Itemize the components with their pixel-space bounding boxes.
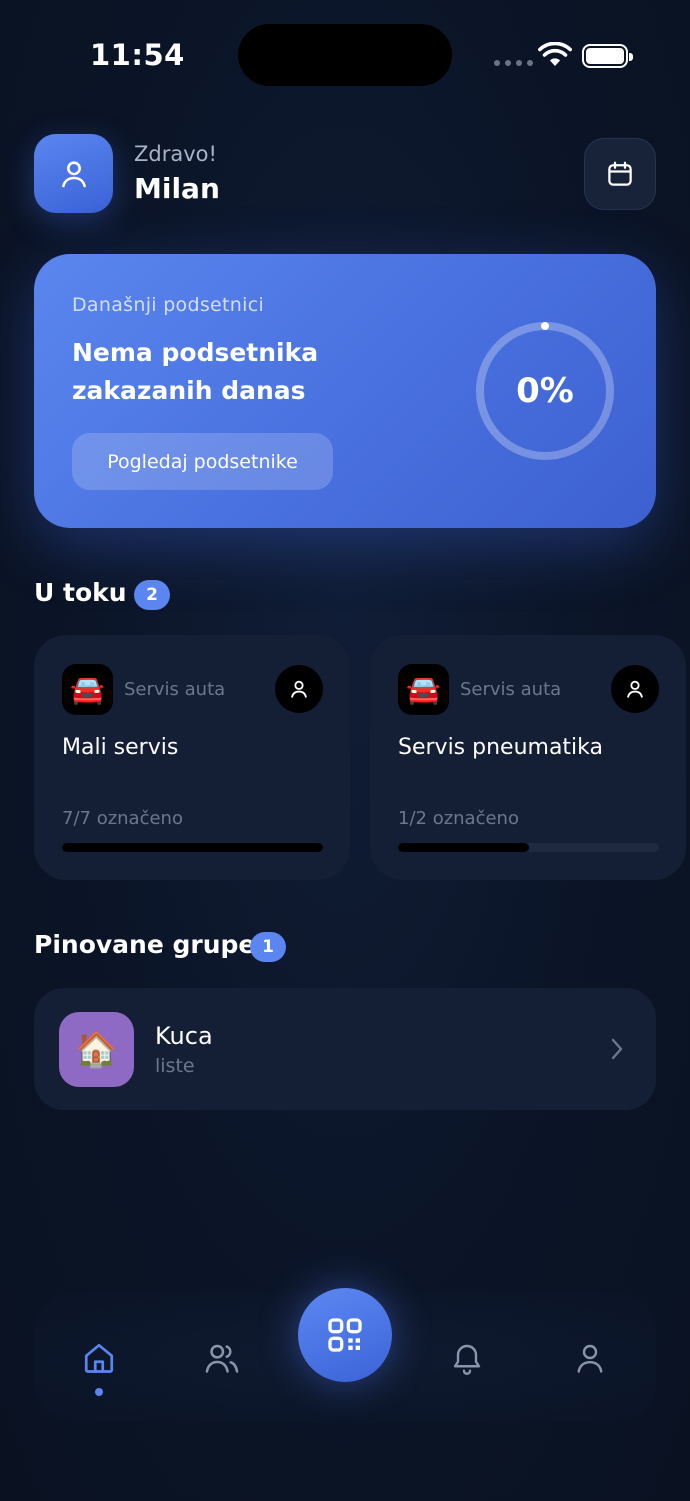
in-progress-count-badge: 2 [134, 580, 170, 610]
reminders-card: Današnji podsetnici Nema podsetnika zaka… [34, 254, 656, 528]
pinned-groups-title: Pinovane grupe [34, 930, 256, 959]
user-icon [291, 680, 307, 698]
task-progress-bar [62, 843, 323, 852]
user-icon [627, 680, 643, 698]
car-icon: 🚘 [62, 664, 113, 715]
reminders-progress-text: 0% [516, 371, 574, 411]
task-name: Servis pneumatika [398, 735, 604, 760]
profile-icon [577, 1344, 603, 1373]
home-icon [84, 1343, 114, 1373]
battery-icon [582, 44, 633, 68]
in-progress-title: U toku [34, 578, 127, 607]
assignee-button[interactable] [611, 665, 659, 713]
active-nav-indicator [95, 1388, 103, 1396]
calendar-button[interactable] [584, 138, 656, 210]
pinned-count-badge: 1 [250, 932, 286, 962]
pinned-group-row[interactable]: 🏠 Kuca liste [34, 988, 656, 1110]
chevron-right-icon [611, 1038, 623, 1060]
qr-scan-button[interactable] [298, 1288, 392, 1382]
group-subtitle: liste [155, 1055, 195, 1077]
user-icon [61, 160, 86, 187]
nav-groups[interactable] [194, 1330, 250, 1386]
view-reminders-button[interactable]: Pogledaj podsetnike [72, 433, 333, 490]
wifi-icon [538, 42, 572, 66]
assignee-button[interactable] [275, 665, 323, 713]
group-name: Kuca [155, 1022, 213, 1050]
greeting-text: Zdravo! [134, 142, 217, 166]
house-icon: 🏠 [59, 1012, 134, 1087]
bell-icon [453, 1344, 481, 1375]
avatar-button[interactable] [34, 134, 113, 213]
cellular-signal-icon [494, 60, 533, 66]
nav-notifications[interactable] [439, 1330, 495, 1386]
task-progress-bar [398, 843, 659, 852]
task-category: Servis auta [124, 679, 226, 700]
task-progress-text: 1/2 označeno [398, 808, 519, 829]
nav-home[interactable] [71, 1330, 127, 1386]
qr-icon [328, 1318, 362, 1352]
dynamic-island [238, 24, 452, 86]
task-card[interactable]: 🚘 Servis auta Servis pneumatika 1/2 ozna… [370, 635, 686, 880]
reminders-label: Današnji podsetnici [72, 294, 265, 316]
nav-profile[interactable] [562, 1330, 618, 1386]
task-progress-text: 7/7 označeno [62, 808, 183, 829]
task-name: Mali servis [62, 735, 179, 760]
car-icon: 🚘 [398, 664, 449, 715]
home-screen: 11:54 Zdravo! Milan Današnji podsetnici … [0, 0, 690, 1501]
status-time: 11:54 [90, 38, 185, 72]
calendar-icon [608, 161, 632, 186]
groups-icon [205, 1344, 239, 1373]
reminders-title: Nema podsetnika zakazanih danas [72, 338, 319, 405]
username: Milan [134, 172, 220, 205]
task-card[interactable]: 🚘 Servis auta Mali servis 7/7 označeno [34, 635, 350, 880]
task-category: Servis auta [460, 679, 562, 700]
